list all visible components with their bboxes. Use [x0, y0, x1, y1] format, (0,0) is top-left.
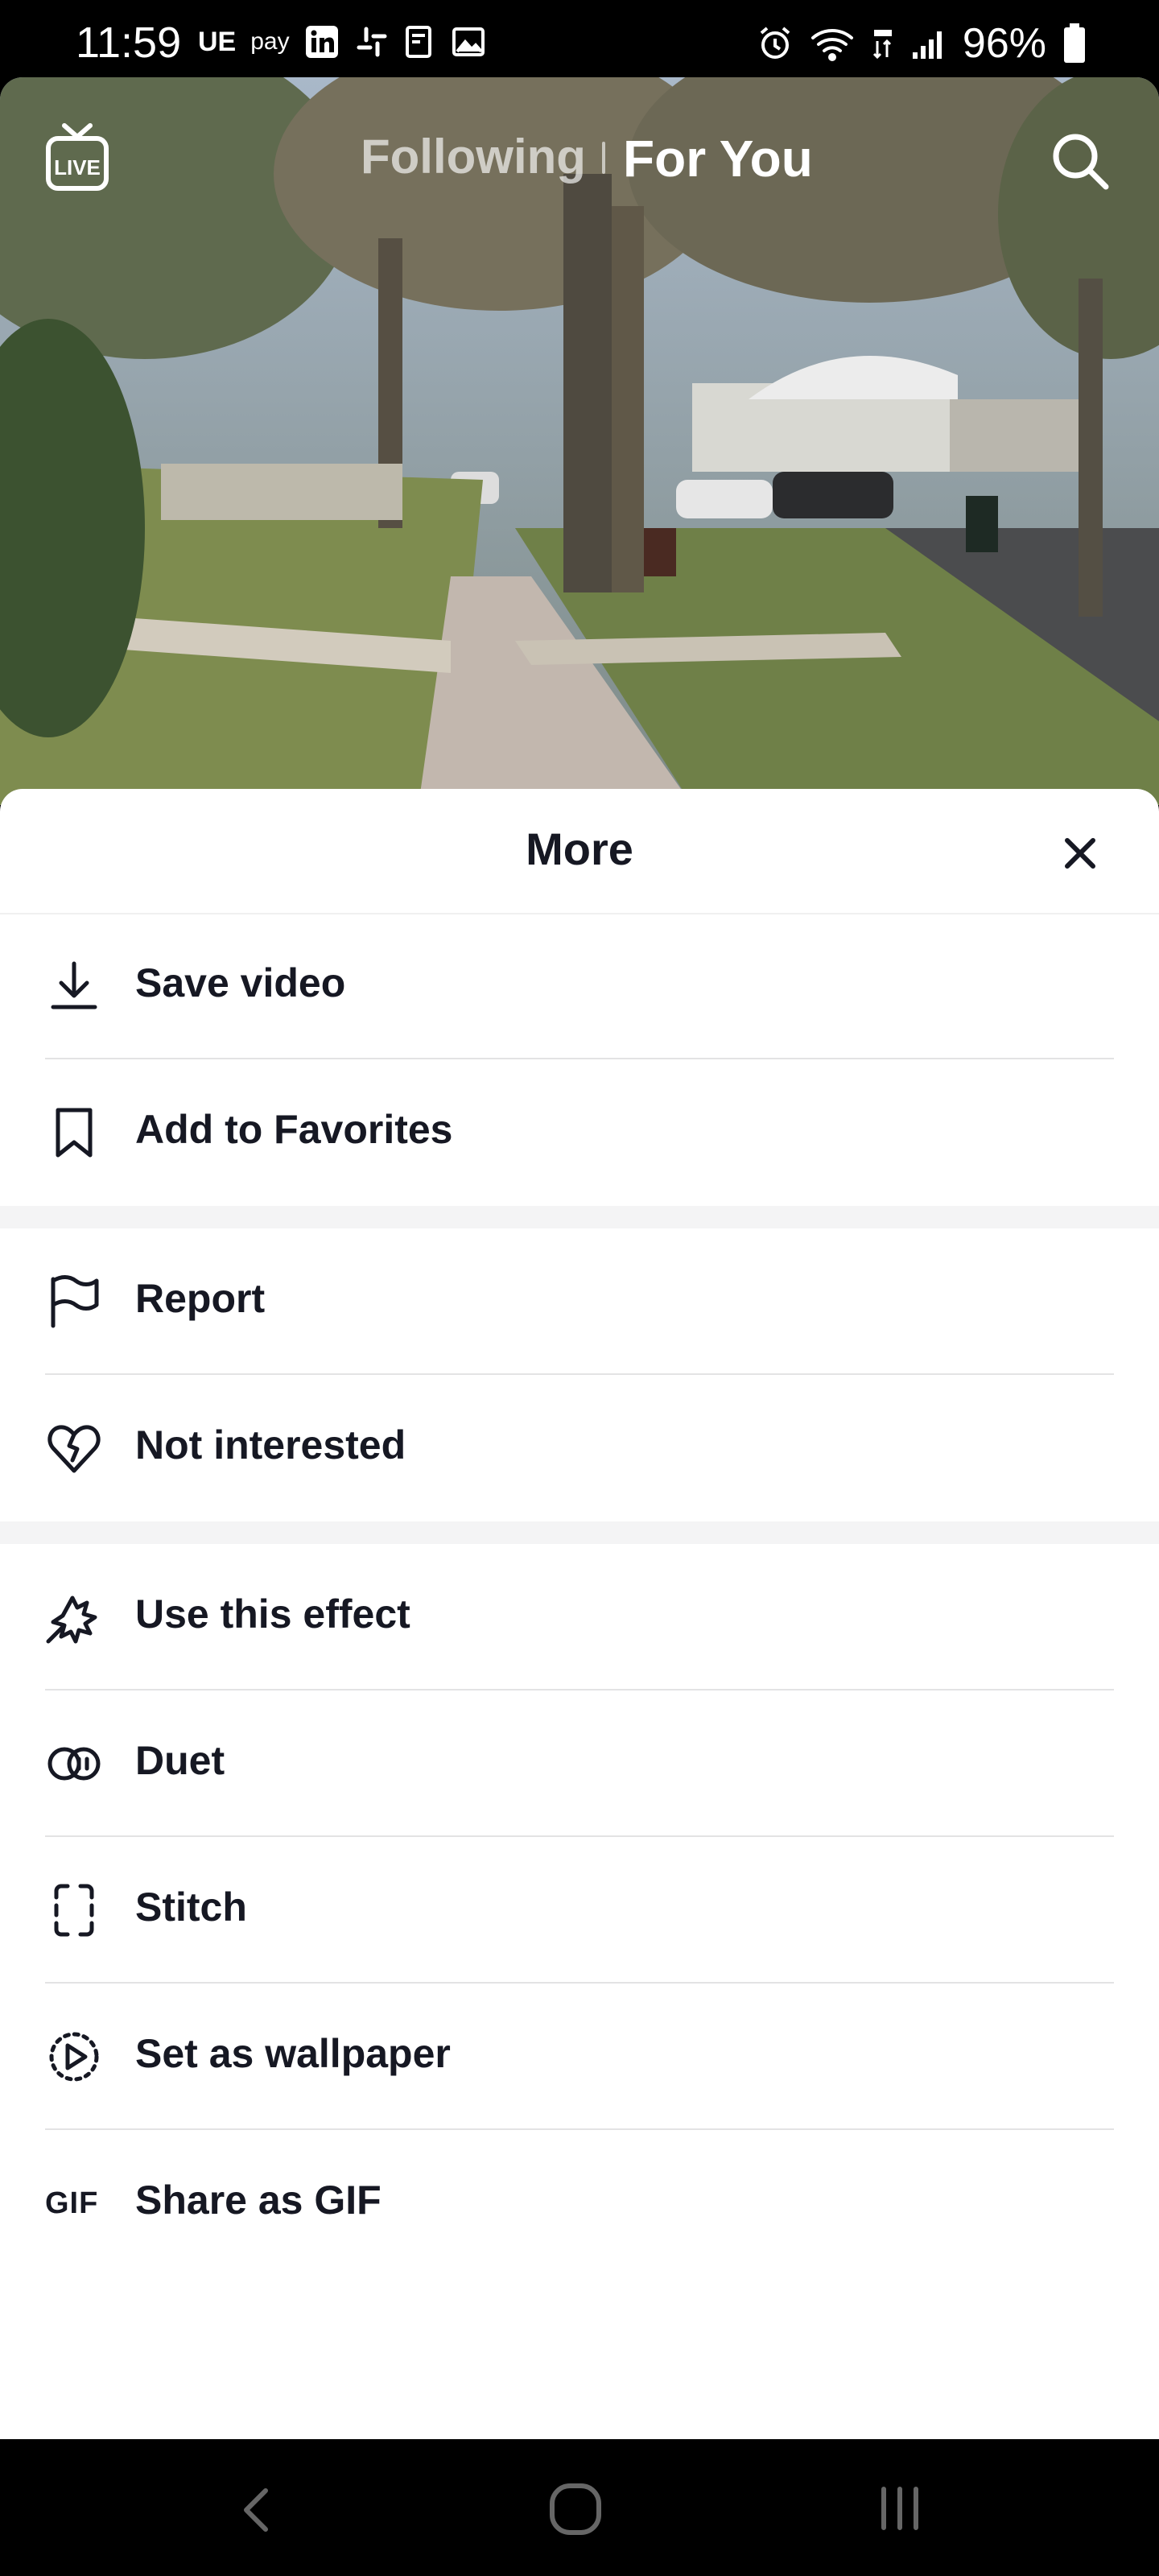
search-button[interactable] — [1048, 129, 1112, 193]
menu-item-label: Stitch — [135, 1885, 247, 1930]
section-separator — [0, 1206, 1159, 1228]
search-icon — [1053, 134, 1109, 190]
notes-icon — [405, 26, 431, 58]
menu-item-label: Duet — [135, 1738, 225, 1783]
back-button[interactable] — [233, 2484, 278, 2536]
menu-item-label: Save video — [135, 960, 346, 1005]
tab-divider — [602, 142, 605, 174]
bookmark-icon — [56, 1108, 93, 1158]
menu-item-save-video[interactable]: Save video — [0, 913, 1159, 1059]
recents-icon — [881, 2487, 918, 2530]
system-nav-bar — [0, 2439, 1159, 2576]
live-tv-icon: LIVE — [46, 123, 109, 191]
download-icon — [51, 961, 97, 1009]
menu-item-report[interactable]: Report — [0, 1228, 1159, 1375]
close-icon — [1065, 838, 1095, 869]
status-bar: 11:59 UE pay 96% — [0, 0, 1159, 80]
duet-icon — [47, 1747, 101, 1781]
menu-item-label: Report — [135, 1276, 266, 1321]
broken-heart-icon — [47, 1425, 101, 1473]
menu-item-add-to-favorites[interactable]: Add to Favorites — [0, 1059, 1159, 1206]
alarm-icon — [760, 27, 790, 59]
menu-item-label: Share as GIF — [135, 2178, 382, 2223]
slack-icon — [357, 27, 387, 57]
menu-item-duet[interactable]: Duet — [0, 1690, 1159, 1837]
gallery-icon — [452, 27, 485, 56]
menu-item-use-this-effect[interactable]: Use this effect — [0, 1544, 1159, 1690]
stitch-icon — [54, 1884, 94, 1937]
video-frame — [0, 77, 1159, 805]
effect-icon — [46, 1596, 97, 1644]
notification-icons: UE pay — [198, 24, 486, 60]
wallpaper-icon — [49, 2032, 99, 2082]
gif-icon: GIF — [45, 2186, 99, 2220]
section-separator — [0, 1521, 1159, 1544]
recents-button[interactable] — [876, 2486, 924, 2531]
wifi-icon — [810, 29, 853, 61]
menu-item-stitch[interactable]: Stitch — [0, 1837, 1159, 1984]
tab-following[interactable]: Following — [361, 129, 586, 184]
more-sheet: More Save video Add to Favorites Report — [0, 789, 1159, 2439]
svg-text:LIVE: LIVE — [54, 155, 101, 180]
system-icons: 96% — [757, 19, 1087, 68]
menu-item-label: Set as wallpaper — [135, 2031, 451, 2076]
home-icon — [550, 2483, 601, 2535]
sheet-header: More — [0, 789, 1159, 914]
battery-percent: 96% — [962, 20, 1046, 67]
ue-icon: UE — [198, 27, 237, 57]
signal-icon — [912, 31, 942, 59]
back-icon — [244, 2488, 268, 2532]
video-player[interactable] — [0, 77, 1159, 805]
menu-item-label: Not interested — [135, 1422, 406, 1468]
menu-item-label: Use this effect — [135, 1591, 410, 1637]
live-button[interactable]: LIVE — [43, 121, 111, 193]
menu-item-set-as-wallpaper[interactable]: Set as wallpaper — [0, 1984, 1159, 2130]
menu-item-label: Add to Favorites — [135, 1107, 453, 1152]
close-button[interactable] — [1056, 829, 1104, 877]
samsung-pay-icon: pay — [250, 28, 290, 55]
flag-icon — [51, 1275, 99, 1328]
menu-item-share-as-gif[interactable]: GIF Share as GIF — [0, 2130, 1159, 2277]
linkedin-icon — [305, 26, 338, 58]
menu-item-not-interested[interactable]: Not interested — [0, 1375, 1159, 1521]
tab-for-you[interactable]: For You — [623, 129, 813, 188]
home-button[interactable] — [547, 2481, 604, 2537]
battery-icon — [1064, 23, 1085, 63]
status-time: 11:59 — [76, 19, 182, 67]
lte-icon — [872, 30, 892, 60]
sheet-title: More — [526, 824, 633, 874]
